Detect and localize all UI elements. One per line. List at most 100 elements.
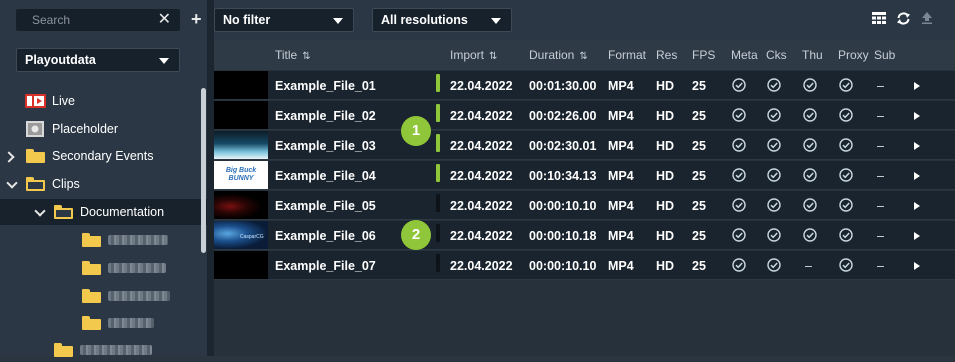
check-circle-icon: [767, 198, 781, 212]
check-circle-icon: [839, 168, 853, 182]
redacted-label: [80, 345, 152, 355]
cell-res: HD: [656, 229, 675, 243]
tree-item-clips[interactable]: Clips: [0, 172, 200, 196]
chevron-down-icon[interactable]: [6, 177, 18, 189]
tree-item-subfolder[interactable]: [0, 284, 200, 308]
filter-dropdown[interactable]: No filter: [214, 8, 354, 32]
tree-item-label: Secondary Events: [52, 149, 154, 163]
play-icon[interactable]: [914, 262, 920, 270]
play-icon[interactable]: [914, 142, 920, 150]
table-row[interactable]: Example_File_07 22.04.2022 00:00:10.10 MP4 H…: [214, 251, 955, 280]
check-circle-icon: [767, 78, 781, 92]
play-icon[interactable]: [914, 232, 920, 240]
cell-res: HD: [656, 169, 675, 183]
play-icon[interactable]: [914, 202, 920, 210]
grid-view-icon[interactable]: [872, 12, 886, 24]
cell-title: Example_File_03: [275, 139, 376, 153]
play-icon[interactable]: [914, 112, 920, 120]
table-row[interactable]: Example_File_03 22.04.2022 00:02:30.01 MP4 H…: [214, 131, 955, 160]
folder-icon: [82, 316, 101, 330]
cell-import: 22.04.2022: [450, 79, 513, 93]
tree-item-subfolder[interactable]: [0, 256, 200, 280]
refresh-icon[interactable]: [896, 12, 911, 25]
cell-fps: 25: [692, 139, 706, 153]
check-circle-icon: [732, 228, 746, 242]
add-icon[interactable]: +: [191, 8, 202, 30]
cell-fps: 25: [692, 109, 706, 123]
status-indicator: [436, 134, 440, 152]
column-header-title[interactable]: Title ⇅: [275, 48, 311, 62]
check-circle-icon: [839, 258, 853, 272]
check-circle-icon: [767, 258, 781, 272]
tree-item-label: Documentation: [80, 205, 165, 219]
cell-sub: –: [877, 109, 884, 123]
table-row[interactable]: Example_File_05 22.04.2022 00:00:10.10 MP4 H…: [214, 191, 955, 220]
tree-item-live[interactable]: Live: [0, 89, 200, 113]
live-icon: [25, 94, 46, 108]
redacted-label: [108, 318, 154, 328]
panel-splitter[interactable]: [207, 0, 214, 356]
column-header-duration[interactable]: Duration ⇅: [529, 48, 588, 62]
chevron-down-icon[interactable]: [34, 205, 46, 217]
cell-res: HD: [656, 199, 675, 213]
placeholder-icon: [26, 121, 44, 137]
cell-duration: 00:01:30.00: [529, 79, 597, 93]
search-input[interactable]: Search ✕: [16, 9, 180, 31]
table-row[interactable]: Example_File_02 22.04.2022 00:02:26.00 MP4 H…: [214, 101, 955, 130]
thumbnail: CasparCG: [214, 221, 268, 249]
check-circle-icon: [767, 108, 781, 122]
folder-icon: [82, 261, 101, 275]
column-header-cks[interactable]: Cks: [766, 48, 787, 62]
cell-title: Example_File_05: [275, 199, 376, 213]
chevron-right-icon[interactable]: [3, 151, 15, 163]
tree-item-subfolder[interactable]: [0, 228, 200, 252]
table-row[interactable]: Big Buck BUNNY Example_File_04 22.04.2022 0…: [214, 161, 955, 190]
upload-icon[interactable]: [921, 12, 933, 24]
tree-item-placeholder[interactable]: Placeholder: [0, 117, 200, 141]
cell-fps: 25: [692, 169, 706, 183]
cell-format: MP4: [608, 259, 634, 273]
cell-import: 22.04.2022: [450, 109, 513, 123]
cell-format: MP4: [608, 139, 634, 153]
column-header-proxy[interactable]: Proxy: [838, 48, 869, 62]
sidebar-scrollbar[interactable]: [201, 88, 206, 253]
play-icon[interactable]: [914, 82, 920, 90]
thumbnail: [214, 71, 268, 99]
column-header-format[interactable]: Format: [608, 48, 646, 62]
source-dropdown[interactable]: Playoutdata: [16, 48, 180, 72]
column-header-sub[interactable]: Sub: [874, 48, 895, 62]
clear-search-icon[interactable]: ✕: [158, 11, 171, 29]
cell-format: MP4: [608, 169, 634, 183]
check-circle-icon: [803, 78, 817, 92]
table-row[interactable]: CasparCG Example_File_06 22.04.2022 00:00:1…: [214, 221, 955, 250]
cell-format: MP4: [608, 109, 634, 123]
check-circle-icon: [732, 168, 746, 182]
column-header-fps[interactable]: FPS: [692, 48, 715, 62]
column-header-meta[interactable]: Meta: [731, 48, 758, 62]
cell-duration: 00:00:10.10: [529, 199, 597, 213]
column-header-import[interactable]: Import ⇅: [450, 48, 497, 62]
tree-item-documentation[interactable]: Documentation: [0, 200, 200, 224]
cell-format: MP4: [608, 199, 634, 213]
search-placeholder: Search: [32, 13, 71, 27]
sort-icon: ⇅: [579, 51, 588, 62]
column-header-res[interactable]: Res: [656, 48, 677, 62]
callout-badge: 2: [401, 220, 431, 250]
tree-item-subfolder[interactable]: [0, 311, 200, 335]
play-icon[interactable]: [914, 172, 920, 180]
table-header: Title ⇅ Import ⇅ Duration ⇅ Format Res FPS …: [214, 40, 955, 70]
folder-open-icon: [54, 205, 73, 219]
cell-sub: –: [877, 259, 884, 273]
check-circle-icon: [732, 198, 746, 212]
check-circle-icon: [732, 78, 746, 92]
chevron-down-icon: [491, 18, 501, 24]
check-circle-icon: [803, 138, 817, 152]
tree-item-secondary-events[interactable]: Secondary Events: [0, 144, 200, 168]
column-header-thu[interactable]: Thu: [802, 48, 823, 62]
resolution-dropdown[interactable]: All resolutions: [372, 8, 512, 32]
cell-import: 22.04.2022: [450, 229, 513, 243]
tree-item-folder[interactable]: [0, 338, 200, 362]
table-row[interactable]: Example_File_01 22.04.2022 00:01:30.00 MP4 H…: [214, 71, 955, 100]
cell-res: HD: [656, 139, 675, 153]
cell-res: HD: [656, 79, 675, 93]
